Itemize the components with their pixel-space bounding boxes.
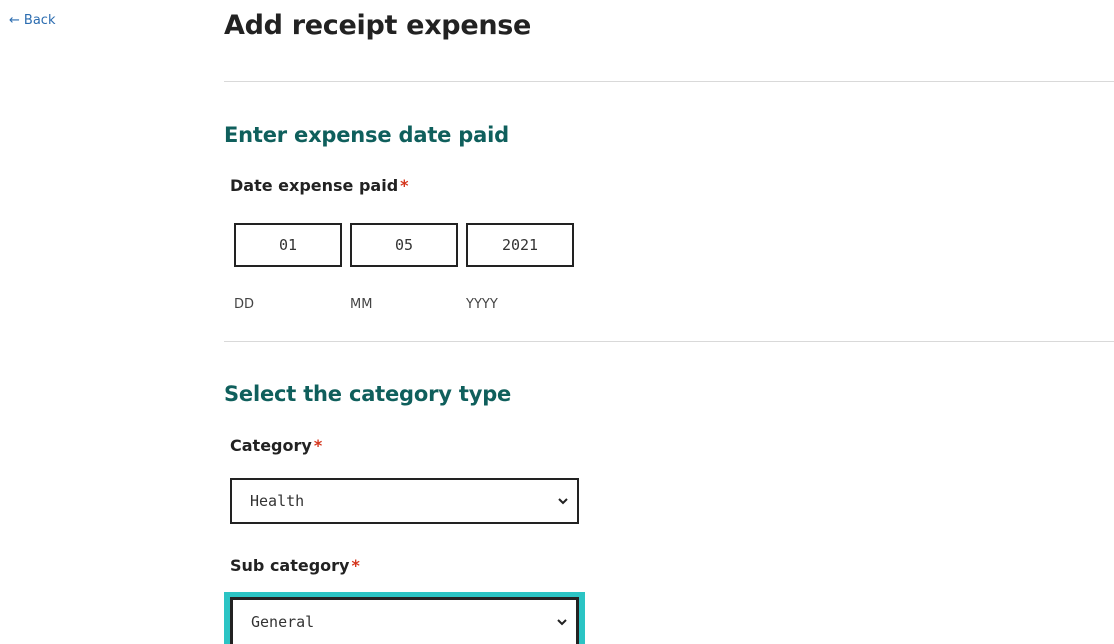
divider: [224, 341, 1114, 342]
chevron-down-icon: [557, 619, 567, 626]
required-marker: *: [313, 436, 323, 455]
category-select[interactable]: Health: [230, 478, 579, 524]
date-field-label: Date expense paid *: [230, 176, 409, 195]
date-field-label-text: Date expense paid: [230, 176, 399, 195]
required-marker: *: [400, 176, 409, 195]
chevron-down-icon: [558, 498, 568, 505]
category-label-text: Category: [230, 436, 312, 455]
required-marker: *: [351, 556, 360, 575]
year-input[interactable]: [466, 223, 574, 267]
month-input[interactable]: [350, 223, 458, 267]
sub-category-select[interactable]: General: [230, 597, 579, 644]
year-hint: YYYY: [466, 297, 498, 312]
arrow-left-icon: ←: [9, 13, 20, 28]
sub-category-selected-value: General: [251, 613, 315, 631]
category-section-heading: Select the category type: [224, 382, 512, 406]
back-label: Back: [23, 13, 56, 28]
category-label: Category *: [230, 436, 322, 455]
sub-category-label-text: Sub category: [230, 556, 350, 575]
divider: [224, 81, 1114, 82]
month-hint: MM: [350, 297, 373, 312]
date-section-heading: Enter expense date paid: [224, 123, 509, 147]
page-title: Add receipt expense: [224, 10, 532, 41]
category-selected-value: Health: [250, 492, 305, 510]
day-input[interactable]: [234, 223, 342, 267]
sub-category-label: Sub category *: [230, 556, 360, 575]
page: ← Back Add receipt expense Enter expense…: [0, 0, 1114, 644]
day-hint: DD: [234, 297, 255, 312]
back-link[interactable]: ← Back: [9, 13, 55, 28]
